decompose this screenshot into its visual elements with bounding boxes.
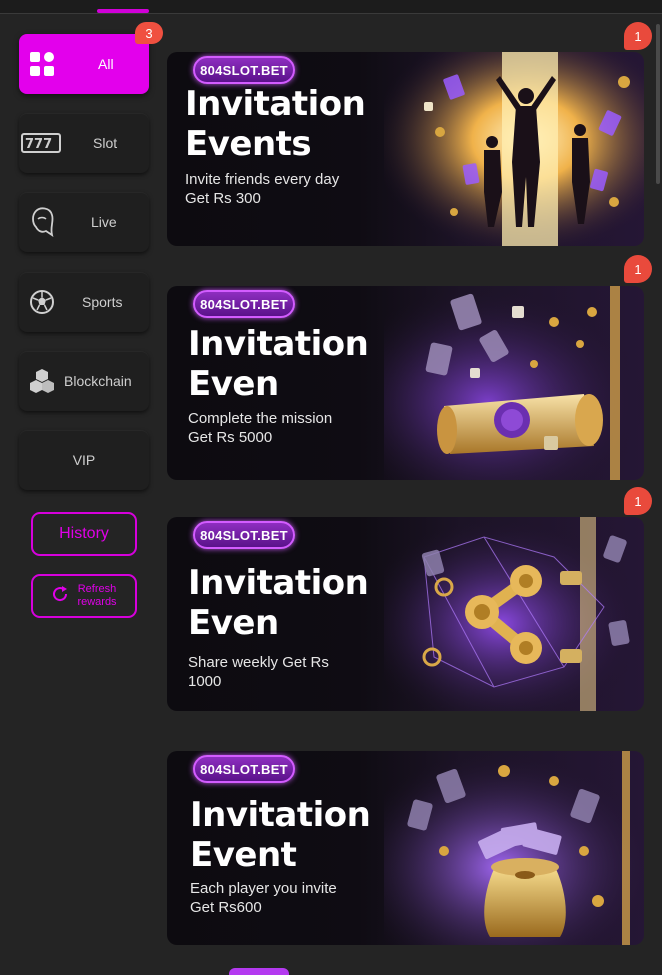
celebrating-people-illustration [384,52,644,246]
banner-sub-line1: Complete the mission [188,410,333,427]
dealer-face-icon [29,207,57,237]
brand-logo: 804SLOT.BET [193,521,295,549]
banner-title: Invitation Event [190,795,410,875]
banner-title-line1: Invitation [188,324,369,364]
banner-invitation-2[interactable]: 804SLOT.BET Invitation Even Complete the… [167,286,644,480]
banner-title-line2: Even [188,603,279,643]
refresh-rewards-button[interactable]: Refresh rewards [31,574,137,618]
banner-notification-badge: 1 [624,22,652,50]
category-live-label: Live [91,214,117,230]
banner-title-line2: Event [190,835,297,875]
banner-sub-line1: Share weekly Get Rs [188,654,329,671]
slot-777-icon: 777 [21,129,61,157]
category-blockchain[interactable]: Blockchain [19,351,149,411]
banner-title-line2: Events [185,124,312,164]
brand-logo: 804SLOT.BET [193,290,295,318]
banner-title: Invitation Events [185,84,405,164]
banner-title: Invitation Even [188,563,408,643]
soccer-ball-icon [28,288,56,316]
banner-title-line1: Invitation [185,84,366,124]
banner-sub-line1: Each player you invite [190,880,337,897]
banner-sub-line2: Get Rs 5000 [188,429,273,446]
history-label: History [59,525,109,542]
refresh-label-line2: rewards [77,596,117,608]
active-tab-indicator [97,9,149,13]
svg-text:777: 777 [25,137,52,152]
category-vip[interactable]: VIP [19,430,149,490]
category-blockchain-label: Blockchain [64,373,132,389]
next-banner-logo-partial [229,968,289,975]
banner-title: Invitation Even [188,324,408,404]
category-vip-label: VIP [72,452,96,468]
category-slot-label: Slot [93,135,118,151]
banner-title-line1: Invitation [190,795,371,835]
banner-subtitle: Complete the mission Get Rs 5000 [188,409,398,447]
gold-share-illustration [384,517,644,711]
refresh-label-line1: Refresh [77,583,117,595]
banner-title-line1: Invitation [188,563,369,603]
refresh-rewards-label: Refresh rewards [77,583,116,609]
banner-notification-badge: 1 [624,487,652,515]
banner-subtitle: Each player you invite Get Rs600 [190,879,400,917]
money-bag-illustration [384,751,644,945]
grid-icon [28,50,56,78]
banner-subtitle: Invite friends every day Get Rs 300 [185,170,395,208]
brand-logo: 804SLOT.BET [193,56,295,84]
banner-sub-line2: Get Rs600 [190,899,262,916]
banner-invitation-1[interactable]: 804SLOT.BET Invitation Events Invite fri… [167,52,644,246]
history-button[interactable]: History [31,512,137,556]
banner-sub-line1: Invite friends every day [185,171,340,188]
category-sports[interactable]: Sports [19,272,149,332]
gold-scroll-illustration [384,286,644,480]
category-all-label: All [98,56,114,72]
category-live[interactable]: Live [19,192,149,252]
brand-logo: 804SLOT.BET [193,755,295,783]
all-count-badge: 3 [135,22,163,44]
category-slot[interactable]: 777 Slot [19,113,149,173]
banner-sub-line2: 1000 [188,673,222,690]
banner-invitation-3[interactable]: 804SLOT.BET Invitation Even Share weekly… [167,517,644,711]
top-tab-bar [0,0,662,14]
blockchain-cubes-icon [28,367,56,395]
banner-invitation-4[interactable]: 804SLOT.BET Invitation Event Each player… [167,751,644,945]
banner-notification-badge: 1 [624,255,652,283]
scrollbar[interactable] [656,24,660,184]
category-sports-label: Sports [82,294,123,310]
banner-sub-line2: Get Rs 300 [185,190,261,207]
banner-title-line2: Even [188,364,279,404]
banner-subtitle: Share weekly Get Rs 1000 [188,653,398,691]
category-all[interactable]: All [19,34,149,94]
refresh-icon [51,585,69,607]
